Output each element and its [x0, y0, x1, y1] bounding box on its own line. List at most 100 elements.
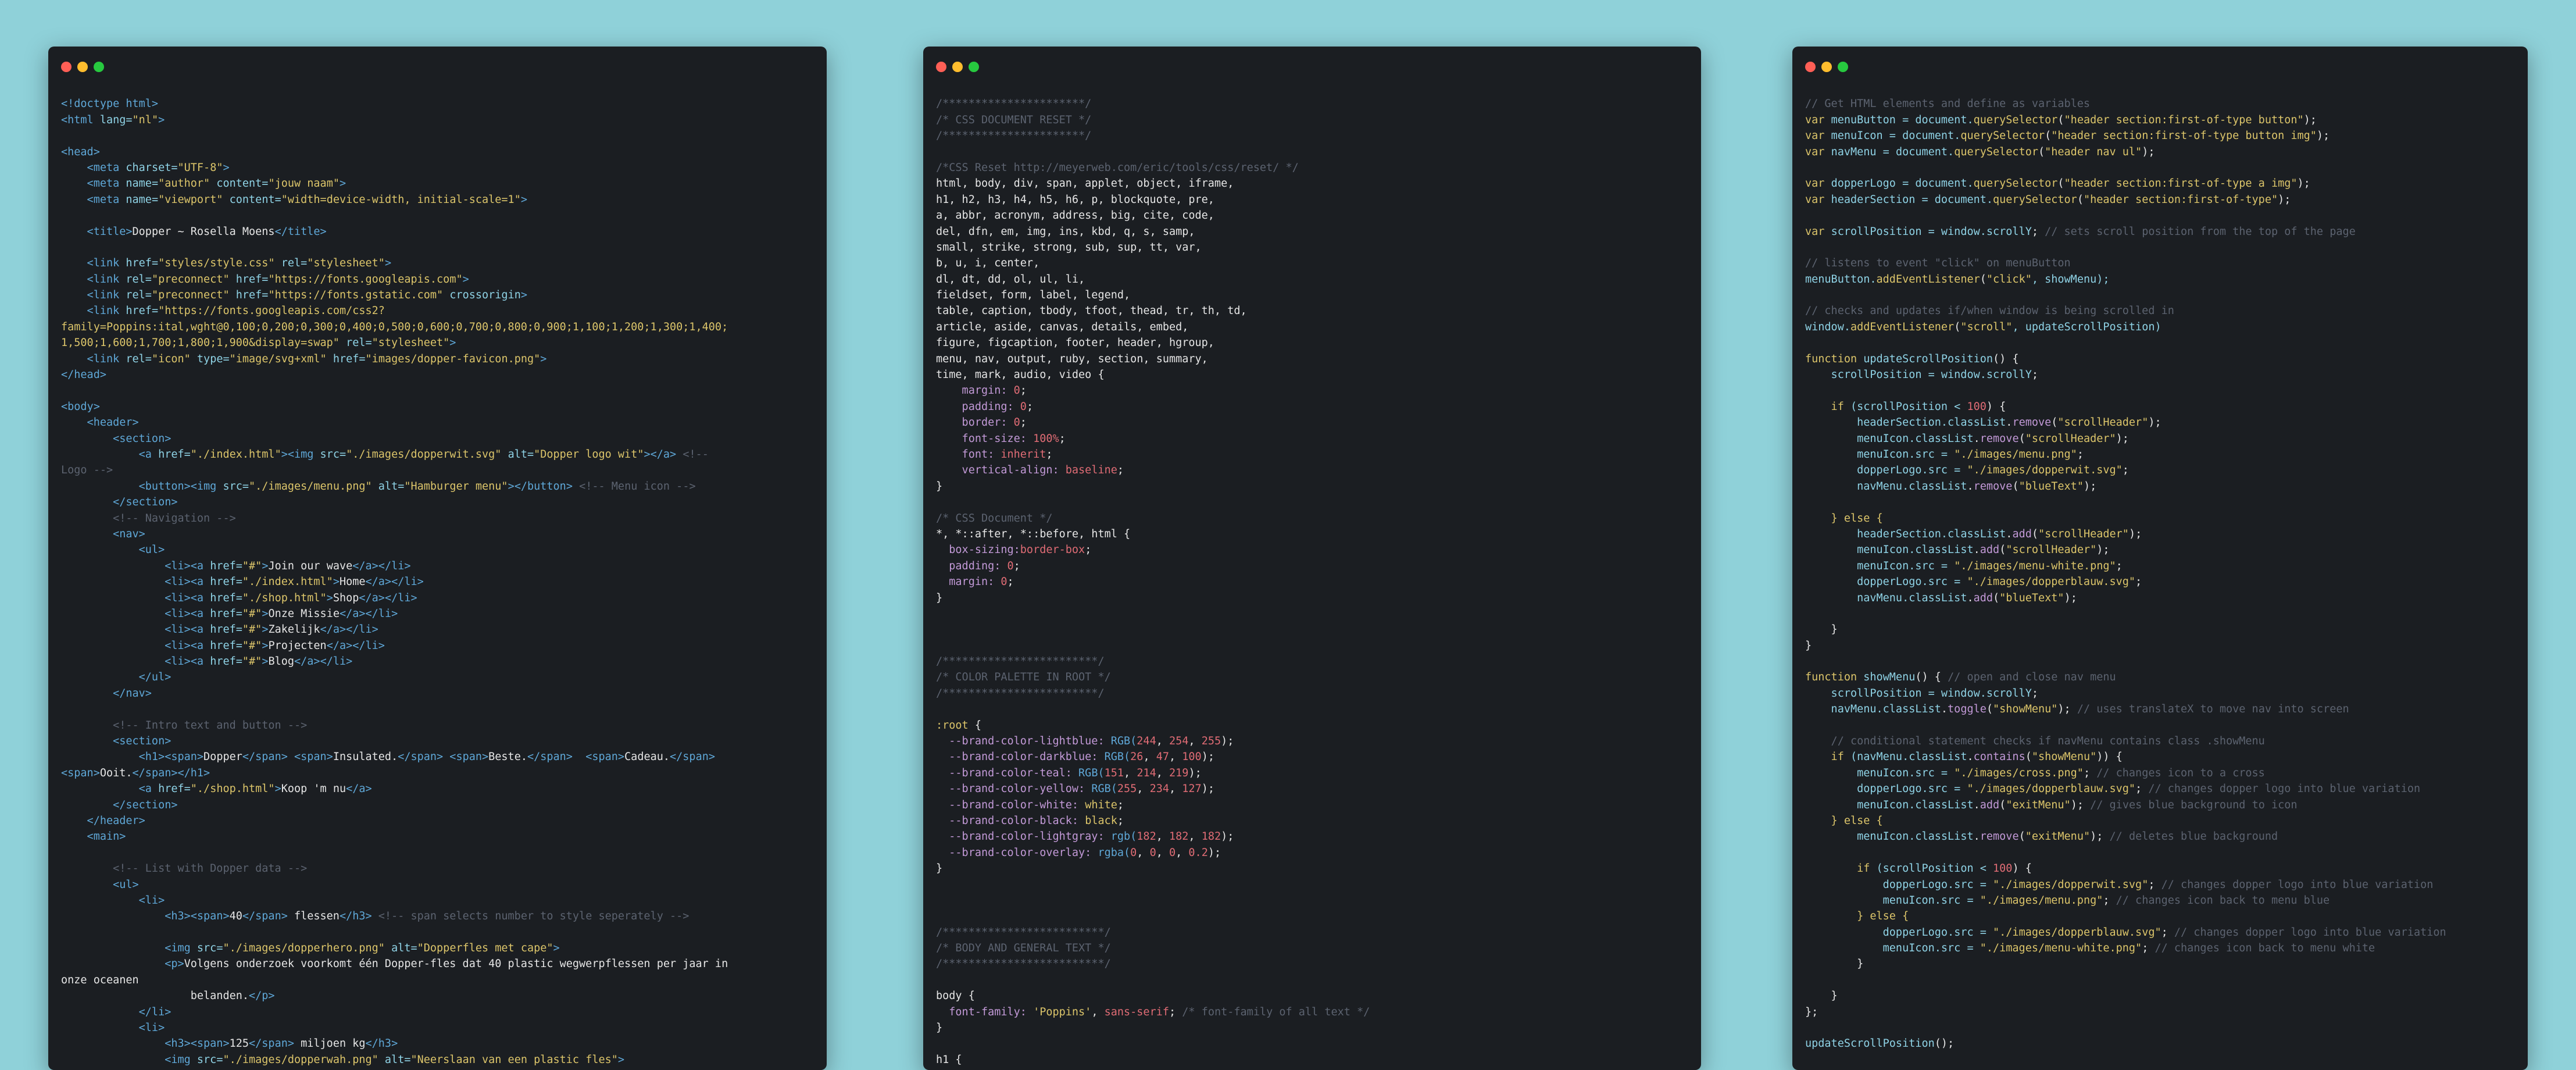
code-line: <h3><span>40</span> flessen</h3> <!-- sp… — [61, 908, 827, 924]
code-token: ; — [2031, 369, 2038, 381]
code-line: <li><a href="#">Onze Missie</a></li> — [61, 606, 827, 622]
code-token: "./images/dopperblauw.svg" — [1967, 783, 2136, 796]
code-token: alt= — [384, 1053, 411, 1066]
code-line: </head> — [61, 367, 827, 383]
code-line: onze oceanen — [61, 972, 827, 988]
code-token: /*************************/ — [936, 926, 1111, 939]
code-token: . — [1967, 480, 1974, 493]
code-token: src = — [1915, 766, 1955, 779]
code-line: small, strike, strong, sub, sup, tt, var… — [936, 240, 1701, 255]
code-line: scrollPosition = window.scrollY; — [1805, 686, 2528, 701]
code-token: rgb( — [1110, 830, 1137, 843]
code-line: <span>Ooit.</span></h1> — [61, 765, 827, 781]
code-token: border: — [936, 416, 1014, 429]
close-window-button[interactable] — [61, 62, 72, 72]
code-line: padding: 0; — [936, 558, 1701, 574]
close-window-button[interactable] — [936, 62, 946, 72]
code-token: > — [540, 352, 547, 365]
code-token: // uses translateX to move nav into scre… — [2077, 703, 2349, 716]
maximize-window-button[interactable] — [969, 62, 979, 72]
code-token: rel= — [126, 289, 152, 302]
code-token: src = — [1954, 878, 1993, 891]
code-token: () { — [1915, 671, 1948, 684]
code-token: menuIcon. — [1805, 559, 1916, 572]
code-token: src = — [1928, 576, 1967, 588]
code-token: src = — [1954, 926, 1993, 939]
code-token: // changes dopper logo into blue variati… — [2161, 878, 2434, 891]
code-token: ( — [1986, 703, 1993, 716]
code-token: 0 — [1007, 559, 1014, 572]
maximize-window-button[interactable] — [94, 62, 104, 72]
code-token: (scrollPosition < — [1876, 862, 1993, 875]
code-line: }; — [1805, 1004, 2528, 1020]
code-token: ( — [2057, 113, 2064, 126]
code-token: headerSection. — [1805, 527, 1948, 540]
code-line: var navMenu = document.querySelector("he… — [1805, 144, 2528, 160]
code-token: src = — [1928, 783, 1967, 796]
code-token: "./index.html" — [190, 448, 281, 461]
minimize-window-button[interactable] — [952, 62, 963, 72]
code-line: } — [936, 479, 1701, 494]
code-token: classList — [1909, 480, 1967, 493]
code-token: margin: — [936, 576, 1001, 588]
code-token: if — [1805, 400, 1850, 413]
maximize-window-button[interactable] — [1838, 62, 1848, 72]
code-token: belanden. — [61, 990, 249, 1003]
code-token: > — [333, 576, 340, 588]
code-token: Blog — [268, 655, 295, 668]
code-token: ); — [2297, 177, 2310, 190]
code-token: ; — [1059, 432, 1066, 445]
code-token: 100% — [1033, 432, 1059, 445]
code-token: } — [1805, 958, 1864, 971]
code-line: menuIcon.classList.add("scrollHeader"); — [1805, 542, 2528, 558]
code-token: , — [1188, 830, 1202, 843]
code-token: classList — [1948, 527, 2006, 540]
code-token: 0 — [1001, 576, 1007, 588]
code-token: rel= — [281, 257, 308, 270]
code-token: <section> — [61, 432, 172, 445]
code-token: /* CSS Document */ — [936, 512, 1053, 525]
code-token: "./shop.html" — [242, 591, 327, 604]
code-token: href= — [210, 607, 242, 620]
code-token: var — [1805, 193, 1831, 206]
code-token: scrollY — [1986, 369, 2032, 381]
code-token: "preconnect" — [151, 273, 236, 286]
code-token: . — [1967, 751, 1974, 764]
code-token: menu, nav, output, ruby, section, summar… — [936, 352, 1208, 365]
code-token: Dopper ~ Rosella Moens — [132, 225, 275, 238]
close-window-button[interactable] — [1805, 62, 1816, 72]
code-token: time, mark, audio, video { — [936, 369, 1105, 381]
code-line: /************************/ — [936, 686, 1701, 701]
code-token: navMenu = document. — [1831, 145, 1955, 158]
minimize-window-button[interactable] — [1821, 62, 1832, 72]
code-token: "./images/menu.png" — [249, 480, 378, 493]
code-line: /**********************/ — [936, 96, 1701, 112]
code-line: /* CSS DOCUMENT RESET */ — [936, 112, 1701, 128]
code-token: 100 — [1993, 862, 2013, 875]
code-token: } else { — [1805, 814, 1883, 827]
code-token: "./images/menu.png" — [1954, 448, 2077, 461]
code-line: --brand-color-darkblue: RGB(26, 47, 100)… — [936, 749, 1701, 765]
code-token: <ul> — [61, 544, 165, 557]
code-token: Ooit. — [99, 766, 133, 779]
code-token: <!-- span selects number to style sepera… — [378, 910, 689, 923]
code-token: :root — [936, 719, 969, 732]
code-token: "./images/menu.png" — [1980, 894, 2103, 907]
code-token: </section> — [61, 798, 178, 811]
code-token: . — [1973, 432, 1980, 445]
code-token: "./images/dopperwit.svg" — [1967, 464, 2123, 477]
minimize-window-button[interactable] — [77, 62, 88, 72]
code-token: , — [1091, 1005, 1105, 1018]
code-line: <meta charset="UTF-8"> — [61, 160, 827, 176]
code-token: menuIcon. — [1805, 830, 1916, 843]
code-token: Koop 'm nu — [281, 783, 346, 796]
code-token: , — [1176, 846, 1189, 859]
code-line: dopperLogo.src = "./images/dopperwit.svg… — [1805, 877, 2528, 893]
